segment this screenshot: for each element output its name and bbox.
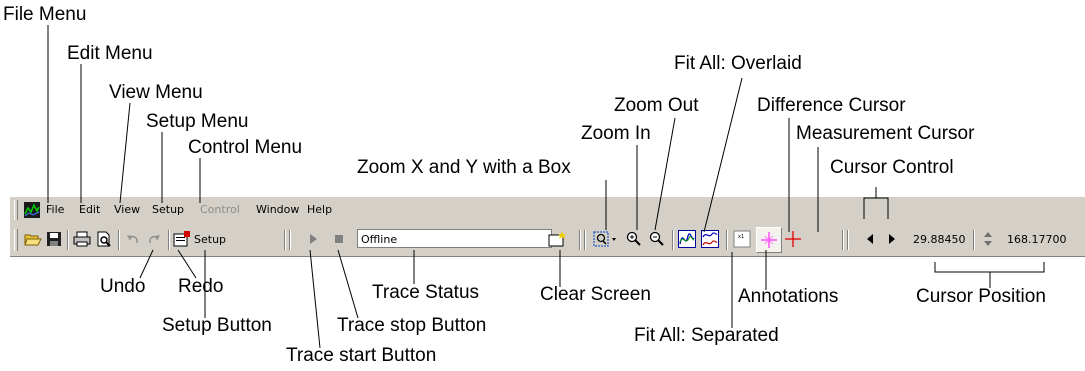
leader-lines — [47, 25, 1045, 349]
